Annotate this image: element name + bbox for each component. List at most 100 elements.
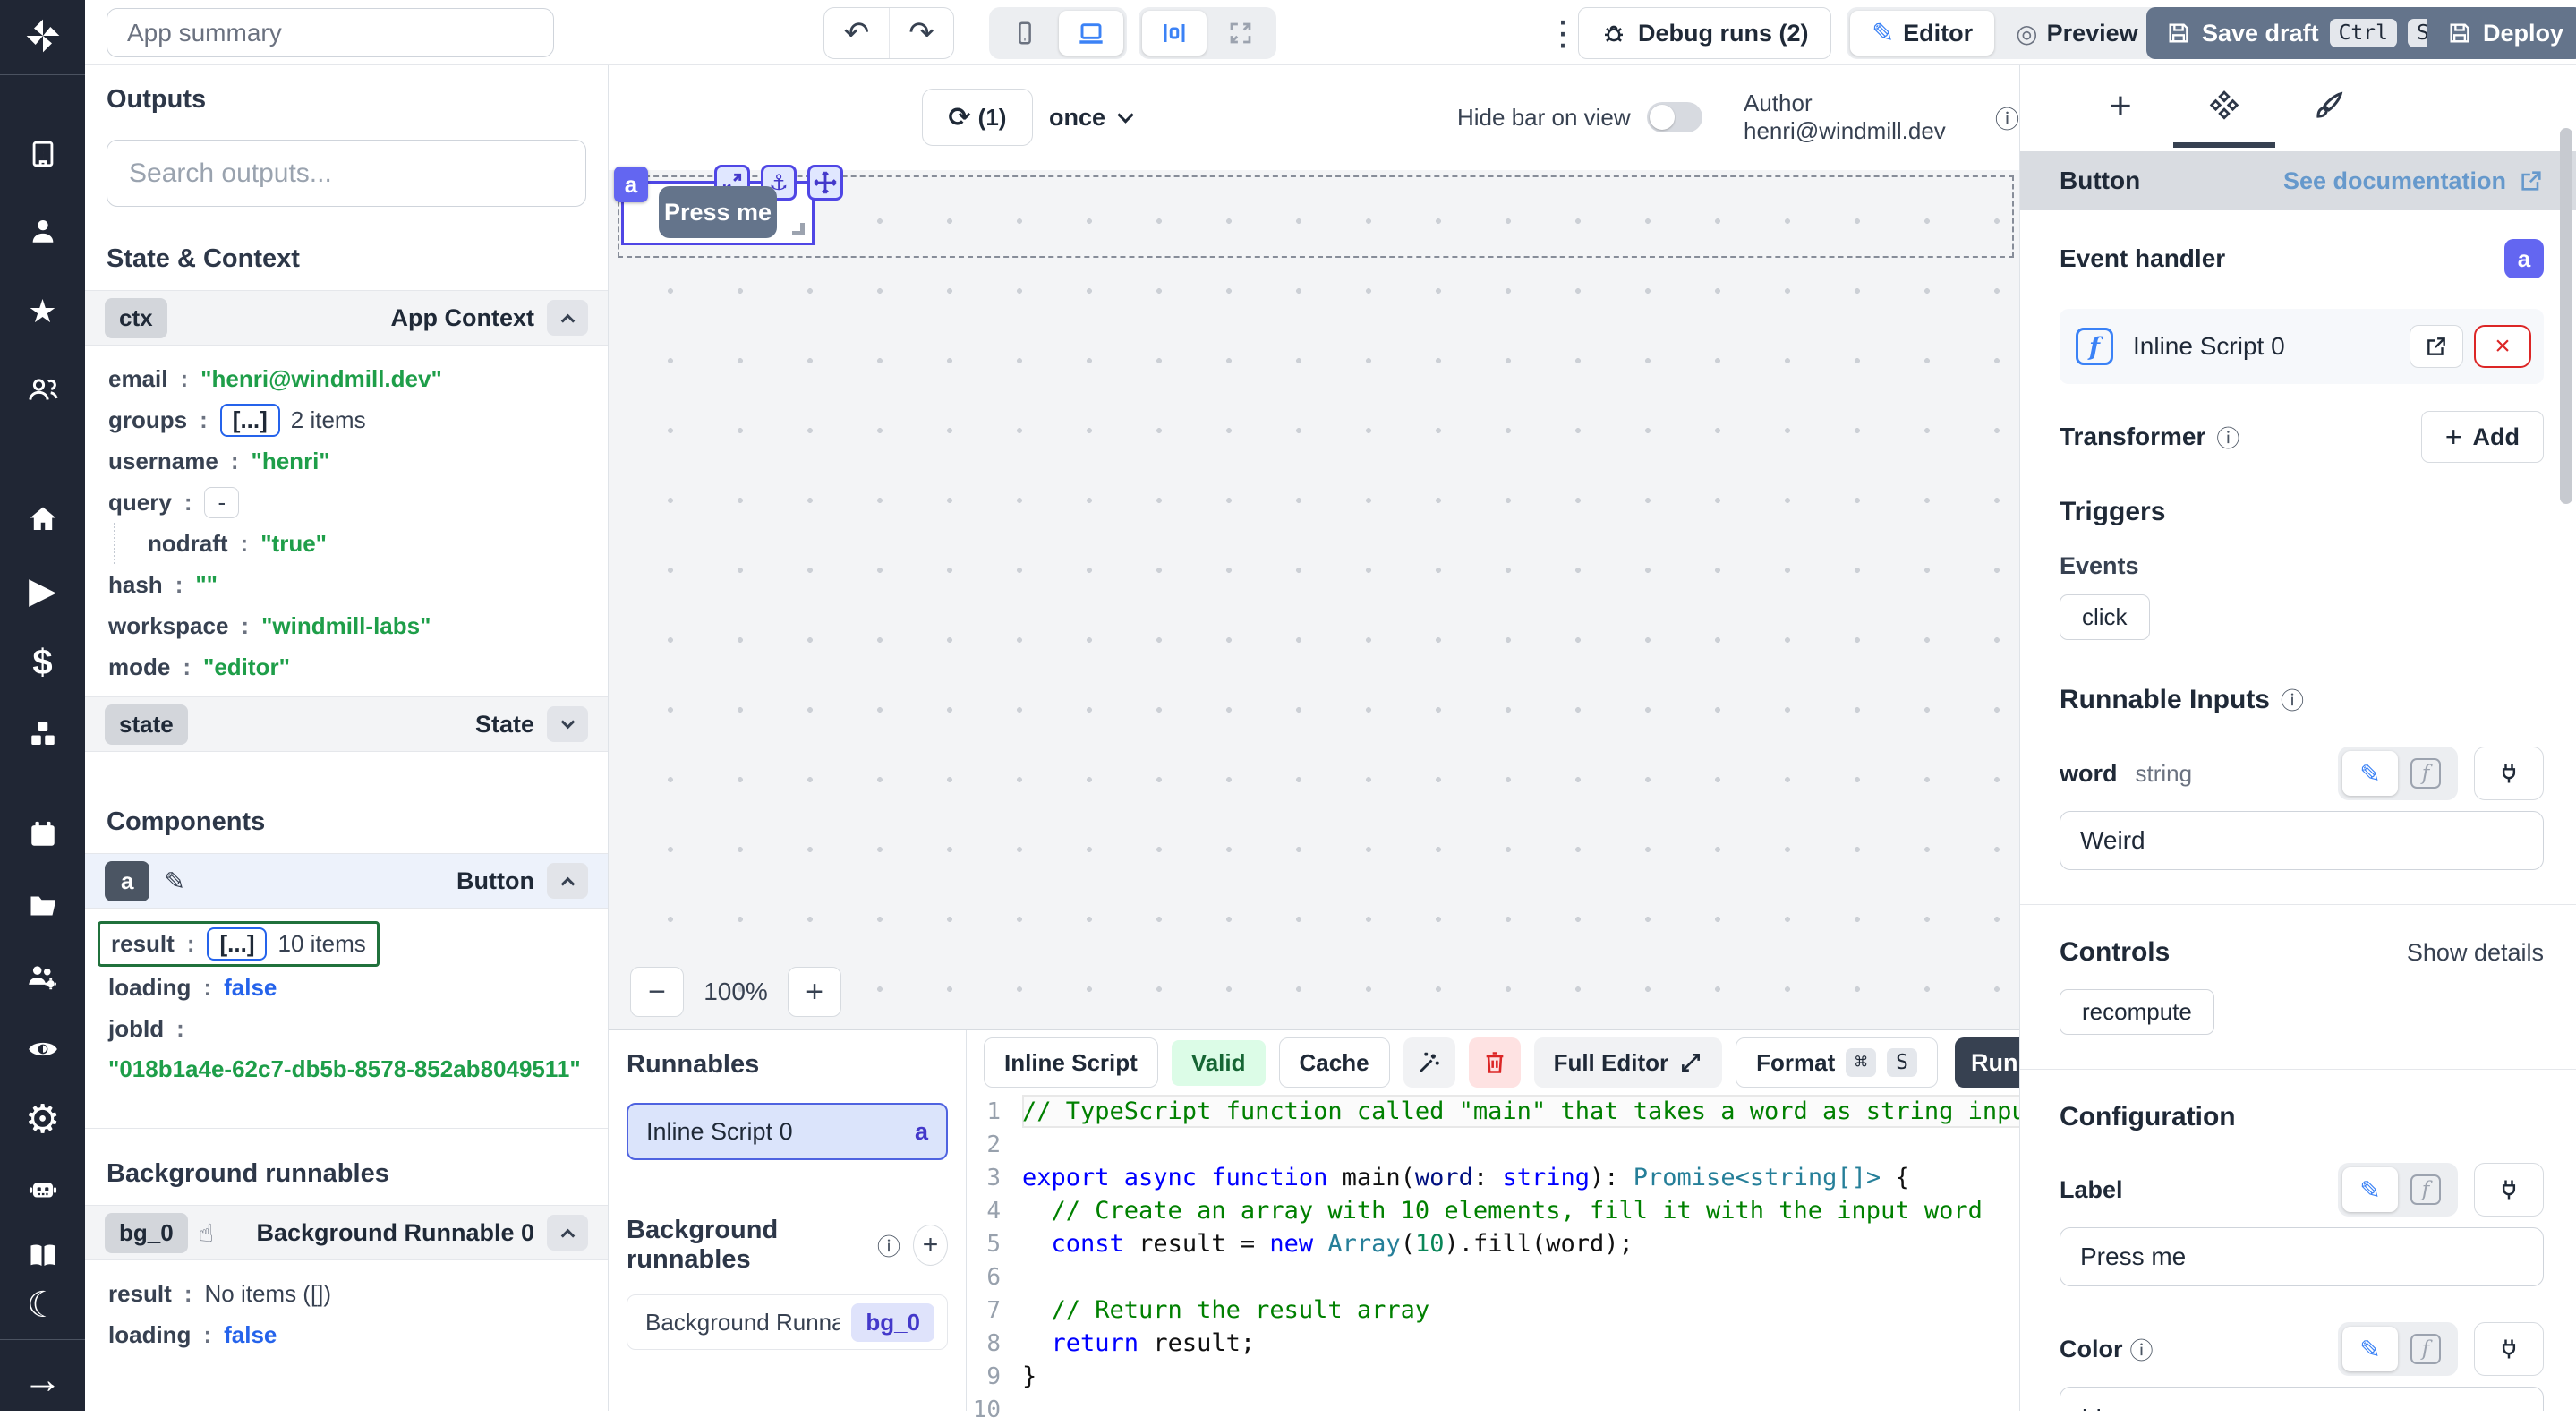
output-row[interactable]: workspace:"windmill-labs" (108, 605, 586, 646)
collapse-button-component[interactable] (547, 863, 588, 899)
component-settings-tab[interactable] (2173, 78, 2275, 135)
connect-plug-button[interactable] (2474, 747, 2544, 800)
collapse-ctx-button[interactable] (547, 300, 588, 336)
click-event-chip[interactable]: click (2060, 594, 2150, 640)
add-background-runnable-button[interactable]: + (913, 1225, 948, 1266)
press-me-button[interactable]: Press me (659, 186, 777, 238)
static-mode-pencil-button[interactable]: ✎ (2342, 1167, 2398, 1212)
insert-component-tab[interactable]: + (2069, 78, 2171, 135)
connect-plug-button[interactable] (2474, 1163, 2544, 1217)
editor-tab[interactable]: ✎ Editor (1850, 11, 1994, 56)
label-input[interactable] (2060, 1227, 2544, 1286)
info-icon[interactable]: ⓘ (1995, 100, 2019, 135)
inline-script-kind-button[interactable]: Inline Script (984, 1037, 1158, 1088)
output-row[interactable]: email:"henri@windmill.dev" (108, 358, 586, 399)
info-icon[interactable]: ⓘ (2281, 683, 2304, 716)
component-id-badge[interactable]: a (614, 167, 648, 202)
more-options-kebab-icon[interactable]: ⋮ (1546, 7, 1580, 59)
workspace-icon[interactable] (0, 127, 85, 181)
open-script-button[interactable] (2410, 325, 2463, 368)
show-details-link[interactable]: Show details (2407, 939, 2544, 967)
save-draft-button[interactable]: Save draft Ctrl S (2146, 7, 2458, 59)
favorites-star-icon[interactable]: ★ (0, 285, 85, 338)
redo-button[interactable]: ↷ (889, 8, 953, 58)
ai-robot-icon[interactable] (0, 1162, 85, 1216)
info-icon[interactable]: ⓘ (2216, 421, 2239, 454)
static-mode-pencil-button[interactable]: ✎ (2342, 1327, 2398, 1371)
full-editor-button[interactable]: Full Editor (1534, 1037, 1723, 1088)
audit-eye-icon[interactable] (0, 1022, 85, 1076)
docs-book-icon[interactable] (0, 1228, 85, 1282)
dark-mode-moon-icon[interactable]: ☾ (0, 1278, 85, 1332)
hide-bar-toggle[interactable] (1647, 102, 1702, 132)
collapse-bg0-button[interactable] (547, 1215, 588, 1251)
inline-script-row[interactable]: f Inline Script 0 × (2060, 309, 2544, 384)
move-handle-icon[interactable] (807, 165, 843, 201)
output-row[interactable]: groups:[...]2 items (108, 399, 586, 440)
zoom-out-button[interactable]: − (630, 967, 684, 1017)
resources-cubes-icon[interactable] (0, 707, 85, 761)
output-row[interactable]: nodraft:"true" (114, 523, 586, 564)
output-row[interactable]: query:- (108, 482, 586, 523)
home-icon[interactable] (0, 492, 85, 546)
output-row[interactable]: result:[...]10 items (108, 921, 586, 967)
user-icon[interactable] (0, 204, 85, 258)
ctx-header[interactable]: ctx App Context (85, 290, 608, 346)
undo-button[interactable]: ↶ (824, 8, 889, 58)
frequency-dropdown[interactable]: once (1049, 89, 1131, 146)
color-select[interactable]: blue (2060, 1387, 2544, 1411)
debug-runs-button[interactable]: Debug runs (2) (1578, 7, 1831, 59)
eval-mode-f-button[interactable]: f (2398, 1327, 2453, 1371)
recompute-chip[interactable]: recompute (2060, 989, 2214, 1035)
word-input[interactable] (2060, 811, 2544, 870)
deploy-button[interactable]: Deploy (2427, 7, 2576, 59)
groups-admin-icon[interactable] (0, 951, 85, 1004)
ai-wand-button[interactable] (1403, 1037, 1455, 1088)
settings-gear-icon[interactable]: ⚙ (0, 1092, 85, 1146)
output-row[interactable]: result:No items ([]) (108, 1273, 586, 1314)
output-row[interactable]: loading:false (108, 967, 586, 1008)
add-transformer-button[interactable]: + Add (2421, 411, 2544, 463)
fullscreen-canvas-button[interactable] (1208, 11, 1273, 56)
see-documentation-link[interactable]: See documentation (2283, 167, 2544, 195)
rename-pencil-icon[interactable]: ✎ (164, 867, 184, 896)
settings-scrollbar[interactable] (2560, 128, 2572, 504)
runs-play-icon[interactable]: ▶ (0, 564, 85, 618)
windmill-logo-icon[interactable] (0, 9, 85, 63)
eval-mode-f-button[interactable]: f (2398, 751, 2453, 796)
variables-dollar-icon[interactable]: $ (0, 636, 85, 689)
expand-state-button[interactable] (547, 706, 588, 742)
styling-tab[interactable] (2277, 78, 2379, 135)
bg0-header[interactable]: bg_0 ☝ Background Runnable 0 (85, 1205, 608, 1260)
output-row[interactable]: loading:false (108, 1314, 586, 1355)
folders-icon[interactable] (0, 879, 85, 933)
state-header[interactable]: state State (85, 696, 608, 752)
delete-script-button[interactable] (1469, 1037, 1521, 1088)
bg-runnable-item[interactable]: Background Runna... bg_0 (627, 1294, 948, 1350)
connect-plug-button[interactable] (2474, 1322, 2544, 1376)
canvas-grid[interactable]: a ⚓ Press me (609, 170, 2019, 1029)
info-icon[interactable]: ⓘ (2130, 1333, 2154, 1366)
eval-mode-f-button[interactable]: f (2398, 1167, 2453, 1212)
desktop-view-button[interactable] (1059, 11, 1123, 56)
expand-rail-arrow-icon[interactable]: → (0, 1353, 85, 1407)
cache-button[interactable]: Cache (1279, 1037, 1390, 1088)
resize-handle[interactable] (792, 223, 805, 235)
info-icon[interactable]: ⓘ (877, 1229, 900, 1262)
output-row[interactable]: mode:"editor" (108, 646, 586, 687)
app-summary-input[interactable] (107, 8, 554, 57)
output-row[interactable]: hash:"" (108, 564, 586, 605)
mobile-view-button[interactable] (993, 11, 1057, 56)
remove-script-button[interactable]: × (2474, 325, 2531, 368)
refresh-button[interactable]: ⟳ (1) (922, 89, 1033, 146)
search-outputs-input[interactable] (107, 140, 586, 207)
static-mode-pencil-button[interactable]: ✎ (2342, 751, 2398, 796)
runnable-item-selected[interactable]: Inline Script 0 a (627, 1103, 948, 1160)
output-row[interactable]: username:"henri" (108, 440, 586, 482)
button-component-header[interactable]: a ✎ Button (85, 853, 608, 909)
preview-tab[interactable]: ◎ Preview (1994, 11, 2160, 56)
center-align-button[interactable] (1142, 11, 1207, 56)
output-row[interactable]: jobId: (108, 1008, 586, 1049)
schedules-calendar-icon[interactable] (0, 807, 85, 861)
groups-icon[interactable] (0, 363, 85, 417)
